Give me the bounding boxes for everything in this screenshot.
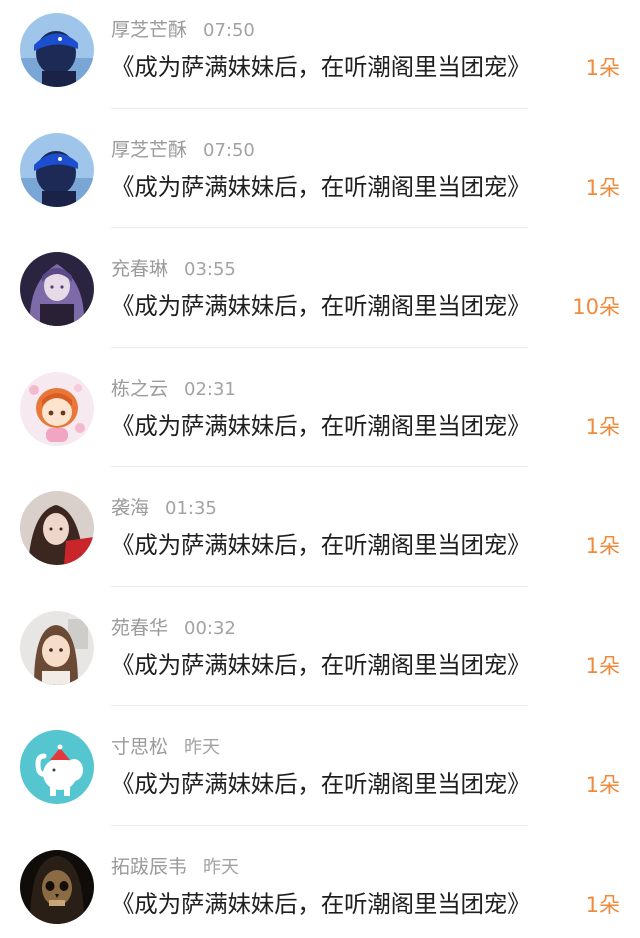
- flower-count: 1朵: [585, 534, 620, 558]
- timestamp: 昨天: [184, 737, 221, 758]
- flower-count: 1朵: [585, 892, 620, 917]
- book-title[interactable]: 《成为萨满妹妹后，在听潮阁里当团宠》: [111, 52, 581, 82]
- user-name[interactable]: 苑春华: [111, 617, 168, 639]
- cartoon-girl-avatar-icon: [20, 371, 94, 446]
- book-title[interactable]: 《成为萨满妹妹后，在听潮阁里当团宠》: [111, 650, 581, 680]
- flower-count: 1朵: [585, 773, 620, 797]
- list-item[interactable]: 栋之云 02:31 《成为萨满妹妹后，在听潮阁里当团宠》 1朵: [0, 359, 640, 479]
- user-name[interactable]: 厚芝芒酥: [111, 139, 187, 161]
- divider: [111, 466, 528, 467]
- divider: [111, 824, 528, 826]
- timestamp: 07:50: [203, 20, 255, 41]
- user-avatar[interactable]: [20, 132, 94, 207]
- timestamp: 02:31: [184, 378, 236, 400]
- list-item[interactable]: 苑春华 00:32 《成为萨满妹妹后，在听潮阁里当团宠》 1朵: [0, 598, 640, 718]
- divider: [111, 705, 528, 706]
- flower-count: 1朵: [585, 414, 620, 439]
- flower-count: 10朵: [572, 295, 620, 319]
- dark-skull-avatar-icon: [20, 849, 94, 924]
- anime-purple-hair-avatar-icon: [20, 252, 94, 326]
- timestamp: 01:35: [165, 498, 217, 519]
- book-title[interactable]: 《成为萨满妹妹后，在听潮阁里当团宠》: [111, 769, 581, 799]
- user-name[interactable]: 栋之云: [111, 378, 168, 400]
- woman-red-coat-avatar-icon: [20, 491, 94, 565]
- flower-count: 1朵: [585, 175, 620, 200]
- divider: [111, 585, 528, 587]
- user-avatar[interactable]: [20, 252, 94, 326]
- divider: [111, 346, 528, 348]
- timestamp: 00:32: [184, 617, 236, 639]
- list-item[interactable]: 袭海 01:35 《成为萨满妹妹后，在听潮阁里当团宠》 1朵: [0, 478, 640, 598]
- user-name[interactable]: 寸思松: [111, 736, 168, 758]
- divider: [111, 227, 528, 228]
- timestamp: 07:50: [203, 139, 255, 161]
- timestamp: 昨天: [203, 856, 240, 878]
- elephant-cartoon-avatar-icon: [20, 730, 94, 804]
- list-item[interactable]: 拓跋辰韦 昨天 《成为萨满妹妹后，在听潮阁里当团宠》 1朵: [0, 837, 640, 938]
- list-item[interactable]: 厚芝芒酥 07:50 《成为萨满妹妹后，在听潮阁里当团宠》 1朵: [0, 120, 640, 240]
- flower-count: 1朵: [585, 56, 620, 80]
- user-avatar[interactable]: [20, 491, 94, 565]
- user-avatar[interactable]: [20, 371, 94, 446]
- user-name[interactable]: 厚芝芒酥: [111, 19, 187, 41]
- flower-count: 1朵: [585, 653, 620, 678]
- user-name[interactable]: 袭海: [111, 497, 149, 519]
- blue-cap-avatar-icon: [20, 132, 94, 207]
- gift-record-list: 厚芝芒酥 07:50 《成为萨满妹妹后，在听潮阁里当团宠》 1朵 厚芝芒酥 07:5…: [0, 0, 640, 938]
- list-item[interactable]: 寸思松 昨天 《成为萨满妹妹后，在听潮阁里当团宠》 1朵: [0, 717, 640, 837]
- user-name[interactable]: 充春琳: [111, 258, 168, 280]
- book-title[interactable]: 《成为萨满妹妹后，在听潮阁里当团宠》: [111, 411, 581, 441]
- timestamp: 03:55: [184, 259, 236, 280]
- user-avatar[interactable]: [20, 730, 94, 804]
- little-girl-photo-avatar-icon: [20, 610, 94, 685]
- user-avatar[interactable]: [20, 849, 94, 924]
- user-avatar[interactable]: [20, 13, 94, 87]
- book-title[interactable]: 《成为萨满妹妹后，在听潮阁里当团宠》: [111, 889, 581, 919]
- blue-cap-avatar-icon: [20, 13, 94, 87]
- book-title[interactable]: 《成为萨满妹妹后，在听潮阁里当团宠》: [111, 291, 581, 321]
- user-name[interactable]: 拓跋辰韦: [111, 856, 187, 878]
- book-title[interactable]: 《成为萨满妹妹后，在听潮阁里当团宠》: [111, 172, 581, 202]
- list-item[interactable]: 厚芝芒酥 07:50 《成为萨满妹妹后，在听潮阁里当团宠》 1朵: [0, 0, 640, 120]
- divider: [111, 107, 528, 109]
- list-item[interactable]: 充春琳 03:55 《成为萨满妹妹后，在听潮阁里当团宠》 10朵: [0, 239, 640, 359]
- book-title[interactable]: 《成为萨满妹妹后，在听潮阁里当团宠》: [111, 530, 581, 560]
- user-avatar[interactable]: [20, 610, 94, 685]
